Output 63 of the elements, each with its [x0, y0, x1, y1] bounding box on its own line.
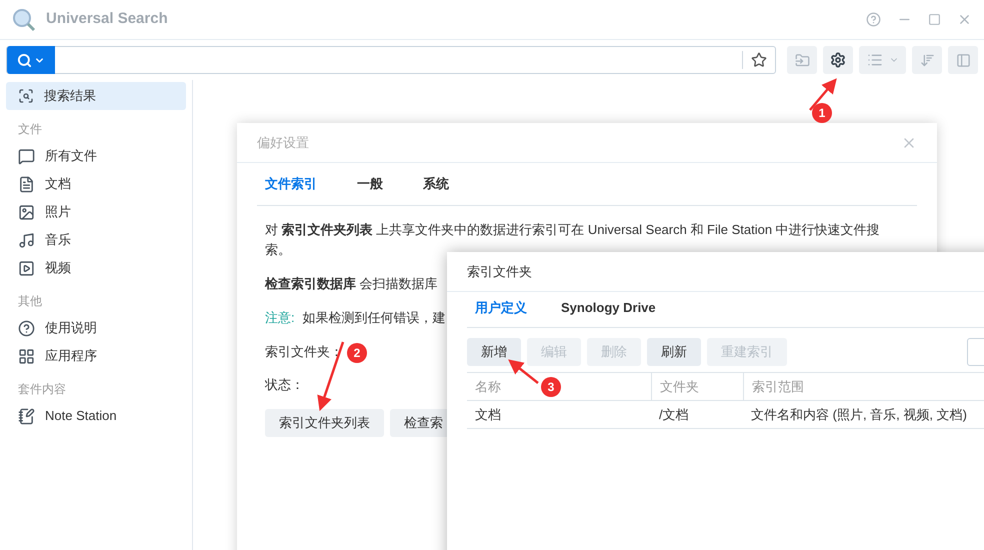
- window-title: Universal Search: [46, 9, 168, 30]
- tab[interactable]: 用户定义: [467, 298, 535, 327]
- maximize-icon[interactable]: [928, 13, 941, 26]
- tab[interactable]: Synology Drive: [553, 298, 664, 327]
- step-number-badge: 1: [812, 103, 832, 123]
- sidebar-item[interactable]: 音乐: [6, 226, 186, 254]
- search-results-icon: [18, 88, 34, 104]
- sidebar-item[interactable]: 视频: [6, 254, 186, 282]
- settings-button[interactable]: [823, 46, 853, 74]
- help-icon[interactable]: [866, 12, 881, 27]
- panel-icon: [956, 52, 970, 68]
- sort-icon: [920, 52, 934, 68]
- panel-button[interactable]: [948, 46, 978, 74]
- note-text: 如果检测到任何错误，建: [302, 309, 446, 327]
- play-icon: [18, 260, 35, 276]
- list-icon: [866, 52, 882, 68]
- table-cell-text: /文档: [658, 406, 690, 424]
- description-text: 检查索引数据库 会扫描数据库: [265, 275, 439, 293]
- sidebar-item[interactable]: 照片: [6, 198, 186, 226]
- sidebar-item[interactable]: 文档: [6, 170, 186, 198]
- sidebar-item[interactable]: Note Station: [6, 402, 186, 430]
- section-heading: 其他: [17, 293, 43, 310]
- table-cell-text: 文档: [474, 406, 502, 424]
- settings-icon: [830, 52, 846, 68]
- column-header: 名称: [475, 378, 501, 396]
- grid-icon: [18, 348, 35, 364]
- field-label: 索引文件夹：: [265, 342, 343, 360]
- toolbar-button[interactable]: 新增: [467, 338, 521, 366]
- note-label: 注意:: [265, 309, 295, 327]
- message-icon: [18, 148, 35, 164]
- help-icon: [18, 320, 35, 336]
- section-heading: 套件内容: [17, 381, 67, 398]
- dialog-title: 索引文件夹: [467, 262, 532, 281]
- sort-button[interactable]: [912, 46, 942, 74]
- close-icon[interactable]: [957, 12, 972, 27]
- image-icon: [18, 204, 35, 220]
- document-icon: [18, 176, 35, 192]
- folder-button[interactable]: [787, 46, 817, 74]
- magnifier-logo-icon: [12, 8, 36, 32]
- note-pen-icon: [18, 408, 35, 424]
- field-label: 状态：: [265, 376, 304, 394]
- folder-icon: [794, 52, 810, 68]
- toolbar-button[interactable]: 刷新: [647, 338, 701, 366]
- column-header: 索引范围: [752, 378, 804, 396]
- column-header: 文件夹: [660, 378, 699, 396]
- search-icon: [17, 52, 32, 68]
- search-scope-button[interactable]: [7, 46, 55, 74]
- tab[interactable]: 文件索引: [257, 174, 325, 205]
- section-heading: 文件: [17, 121, 43, 138]
- sidebar-item[interactable]: 应用程序: [6, 342, 186, 370]
- music-note-icon: [18, 232, 35, 248]
- view-menu-button[interactable]: [859, 46, 906, 74]
- tab[interactable]: 系统: [415, 174, 457, 205]
- star-icon[interactable]: [751, 52, 767, 68]
- sidebar-item[interactable]: 搜索结果: [6, 82, 186, 110]
- action-button[interactable]: 索引文件夹列表: [265, 408, 384, 436]
- tab[interactable]: 一般: [349, 174, 391, 205]
- search-field[interactable]: [6, 46, 776, 74]
- table-cell-text: 文件名和内容 (照片, 音乐, 视频, 文档): [750, 406, 968, 424]
- description-text: 对 索引文件夹列表 上共享文件夹中的数据进行索引可在 Universal Search 和 File Station 中进行快速文件搜索。: [265, 221, 881, 259]
- sidebar-item[interactable]: 使用说明: [6, 314, 186, 342]
- sidebar-item[interactable]: 所有文件: [6, 142, 186, 170]
- dialog-title: 偏好设置: [257, 134, 309, 152]
